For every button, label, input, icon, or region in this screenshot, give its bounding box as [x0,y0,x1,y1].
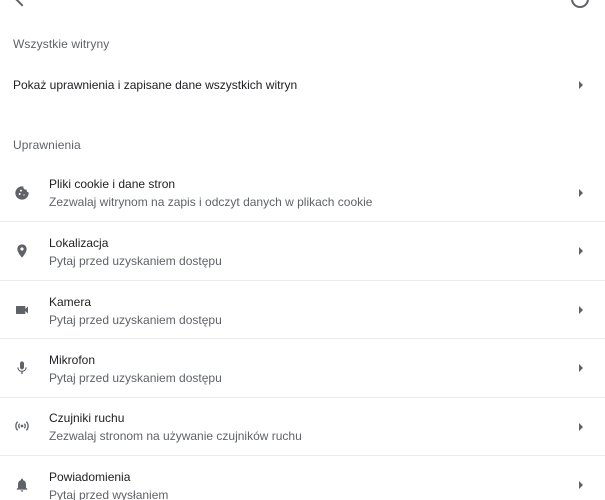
permission-title: Mikrofon [49,353,96,367]
location-pin-icon [17,244,27,258]
permission-subtitle: Pytaj przed uzyskaniem dostępu [49,371,222,385]
permission-subtitle: Pytaj przed wysłaniem [49,488,169,500]
permission-row-microphone[interactable]: Mikrofon Pytaj przed uzyskaniem dostępu [0,338,605,397]
permission-title: Powiadomienia [49,470,131,484]
cookie-icon [15,186,29,200]
top-toolbar-partial [0,0,605,8]
permission-row-motion-sensors[interactable]: Czujniki ruchu Zezwalaj stronom na używa… [0,397,605,456]
permission-row-camera[interactable]: Kamera Pytaj przed uzyskaniem dostępu [0,280,605,339]
microphone-icon [17,361,27,374]
permission-subtitle: Zezwalaj stronom na używanie czujników r… [49,429,302,443]
permission-title: Lokalizacja [49,236,109,250]
chevron-right-icon [579,189,583,197]
all-sites-row[interactable]: Pokaż uprawnienia i zapisane dane wszyst… [0,61,605,109]
all-sites-row-label: Pokaż uprawnienia i zapisane dane wszyst… [13,78,298,92]
bell-icon [16,478,28,492]
permission-row-cookies[interactable]: Pliki cookie i dane stron Zezwalaj witry… [0,164,605,222]
permission-subtitle: Pytaj przed uzyskaniem dostępu [49,313,222,327]
permission-row-location[interactable]: Lokalizacja Pytaj przed uzyskaniem dostę… [0,221,605,280]
permission-subtitle: Zezwalaj witrynom na zapis i odczyt dany… [49,195,373,209]
motion-sensors-icon [15,421,29,431]
permission-title: Kamera [49,295,92,309]
chevron-right-icon [579,481,583,489]
site-settings-page: Wszystkie witryny Pokaż uprawnienia i za… [0,0,605,500]
camera-icon [16,306,28,314]
chevron-right-icon [579,306,583,314]
back-arrow-icon[interactable] [13,0,31,7]
chevron-right-icon [579,423,583,431]
permission-subtitle: Pytaj przed uzyskaniem dostępu [49,254,222,268]
permission-title: Pliki cookie i dane stron [49,177,176,191]
help-icon[interactable] [571,0,589,8]
all-sites-heading: Wszystkie witryny [13,37,110,51]
chevron-right-icon [579,247,583,255]
permissions-heading: Uprawnienia [13,138,81,152]
permission-row-notifications[interactable]: Powiadomienia Pytaj przed wysłaniem [0,455,605,500]
chevron-right-icon [579,364,583,372]
chevron-right-icon [579,81,583,89]
permission-title: Czujniki ruchu [49,411,125,425]
